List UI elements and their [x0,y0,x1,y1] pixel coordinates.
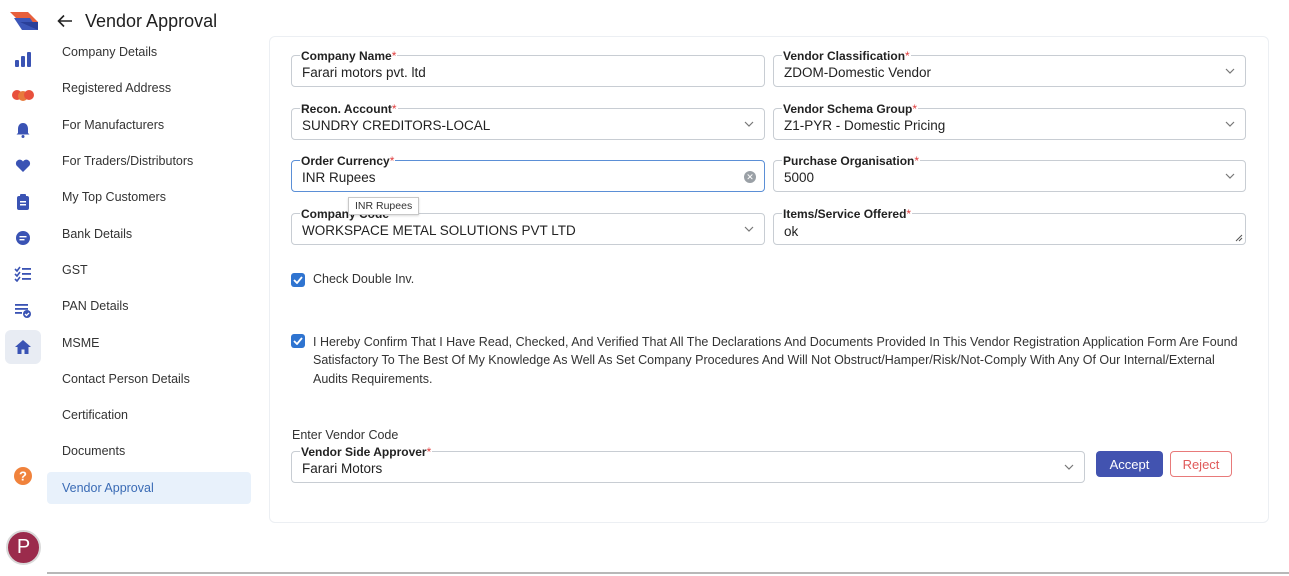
clipboard-icon[interactable] [8,187,38,217]
icon-rail: ? P [0,0,46,576]
items-service-offered-value: ok [784,224,799,239]
reject-button[interactable]: Reject [1170,451,1232,477]
chevron-down-icon[interactable] [1225,119,1235,129]
accept-button[interactable]: Accept [1096,451,1163,477]
section-item-gst[interactable]: GST [47,252,251,288]
purchase-organisation-select[interactable]: Purchase Organisation* 5000 [773,155,1246,192]
checklist-icon[interactable] [8,259,38,289]
vendor-side-approver-value: Farari Motors [302,461,383,476]
chevron-down-icon[interactable] [744,224,754,234]
checkmark-icon [293,337,303,345]
approval-list-icon[interactable] [8,295,38,325]
recon-account-label: Recon. Account* [300,102,398,116]
resize-handle-icon[interactable] [1235,234,1243,242]
section-item-contact-person-details[interactable]: Contact Person Details [47,361,251,397]
section-item-certification[interactable]: Certification [47,397,251,433]
check-double-inv-label: Check Double Inv. [313,272,415,286]
vendor-classification-select[interactable]: Vendor Classification* ZDOM-Domestic Ven… [773,50,1246,87]
message-icon[interactable] [8,223,38,253]
purchase-organisation-value: 5000 [784,170,815,185]
section-item-registered-address[interactable]: Registered Address [47,70,251,106]
help-icon[interactable]: ? [8,461,38,491]
section-item-for-traders[interactable]: For Traders/Distributors [47,143,251,179]
vendor-schema-group-label: Vendor Schema Group* [782,102,919,116]
items-service-offered-label: Items/Service Offered* [782,207,913,221]
company-name-value: Farari motors pvt. ltd [302,65,426,80]
section-item-my-top-customers[interactable]: My Top Customers [47,179,251,215]
analytics-icon[interactable] [8,44,38,74]
svg-text:?: ? [19,469,27,484]
heart-icon[interactable] [8,151,38,181]
page-title: Vendor Approval [85,10,218,31]
vendor-side-approver-label: Vendor Side Approver* [300,445,433,459]
company-name-field[interactable]: Company Name* Farari motors pvt. ltd [291,50,765,87]
declaration-text: I Hereby Confirm That I Have Read, Check… [313,335,1238,386]
section-item-vendor-approval[interactable]: Vendor Approval [47,471,251,504]
section-nav: Company Details Registered Address For M… [47,34,251,504]
order-currency-select[interactable]: Order Currency* INR Rupees ✕ [291,155,765,192]
company-code-value: WORKSPACE METAL SOLUTIONS PVT LTD [302,223,576,238]
back-arrow-icon[interactable] [55,11,75,31]
purchase-organisation-label: Purchase Organisation* [782,154,921,168]
vendor-classification-value: ZDOM-Domestic Vendor [784,65,932,80]
order-currency-value: INR Rupees [302,170,376,185]
app-logo-icon[interactable] [8,8,40,34]
order-currency-label: Order Currency* [300,154,396,168]
section-item-msme[interactable]: MSME [47,324,251,360]
company-code-select[interactable]: Company Code WORKSPACE METAL SOLUTIONS P… [291,208,765,245]
vendor-schema-group-select[interactable]: Vendor Schema Group* Z1-PYR - Domestic P… [773,103,1246,140]
avatar[interactable]: P [6,530,41,565]
checkmark-icon [293,276,303,284]
check-double-inv-checkbox[interactable] [291,273,305,287]
page-header: Vendor Approval [55,8,217,34]
declaration-checkbox[interactable] [291,334,305,348]
recon-account-value: SUNDRY CREDITORS-LOCAL [302,118,491,133]
vendor-schema-group-value: Z1-PYR - Domestic Pricing [784,118,946,133]
currency-tooltip: INR Rupees [348,197,420,215]
recon-account-select[interactable]: Recon. Account* SUNDRY CREDITORS-LOCAL [291,103,765,140]
vendor-side-approver-select[interactable]: Vendor Side Approver* Farari Motors [291,446,1085,483]
items-service-offered-textarea[interactable]: Items/Service Offered* ok [773,208,1246,245]
enter-vendor-code-heading: Enter Vendor Code [292,428,399,442]
section-item-company-details[interactable]: Company Details [47,34,251,70]
chevron-down-icon[interactable] [1225,171,1235,181]
bell-icon[interactable] [8,115,38,145]
home-icon[interactable] [5,330,41,364]
company-name-label: Company Name* [300,49,398,63]
vendor-classification-label: Vendor Classification* [782,49,911,63]
section-item-for-manufacturers[interactable]: For Manufacturers [47,107,251,143]
chevron-down-icon[interactable] [1225,66,1235,76]
partners-icon[interactable] [8,80,38,110]
section-item-bank-details[interactable]: Bank Details [47,215,251,251]
bottom-divider [47,572,1289,574]
section-item-documents[interactable]: Documents [47,433,251,469]
chevron-down-icon[interactable] [744,119,754,129]
chevron-down-icon[interactable] [1064,462,1074,472]
section-item-pan-details[interactable]: PAN Details [47,288,251,324]
clear-icon[interactable]: ✕ [744,171,756,183]
